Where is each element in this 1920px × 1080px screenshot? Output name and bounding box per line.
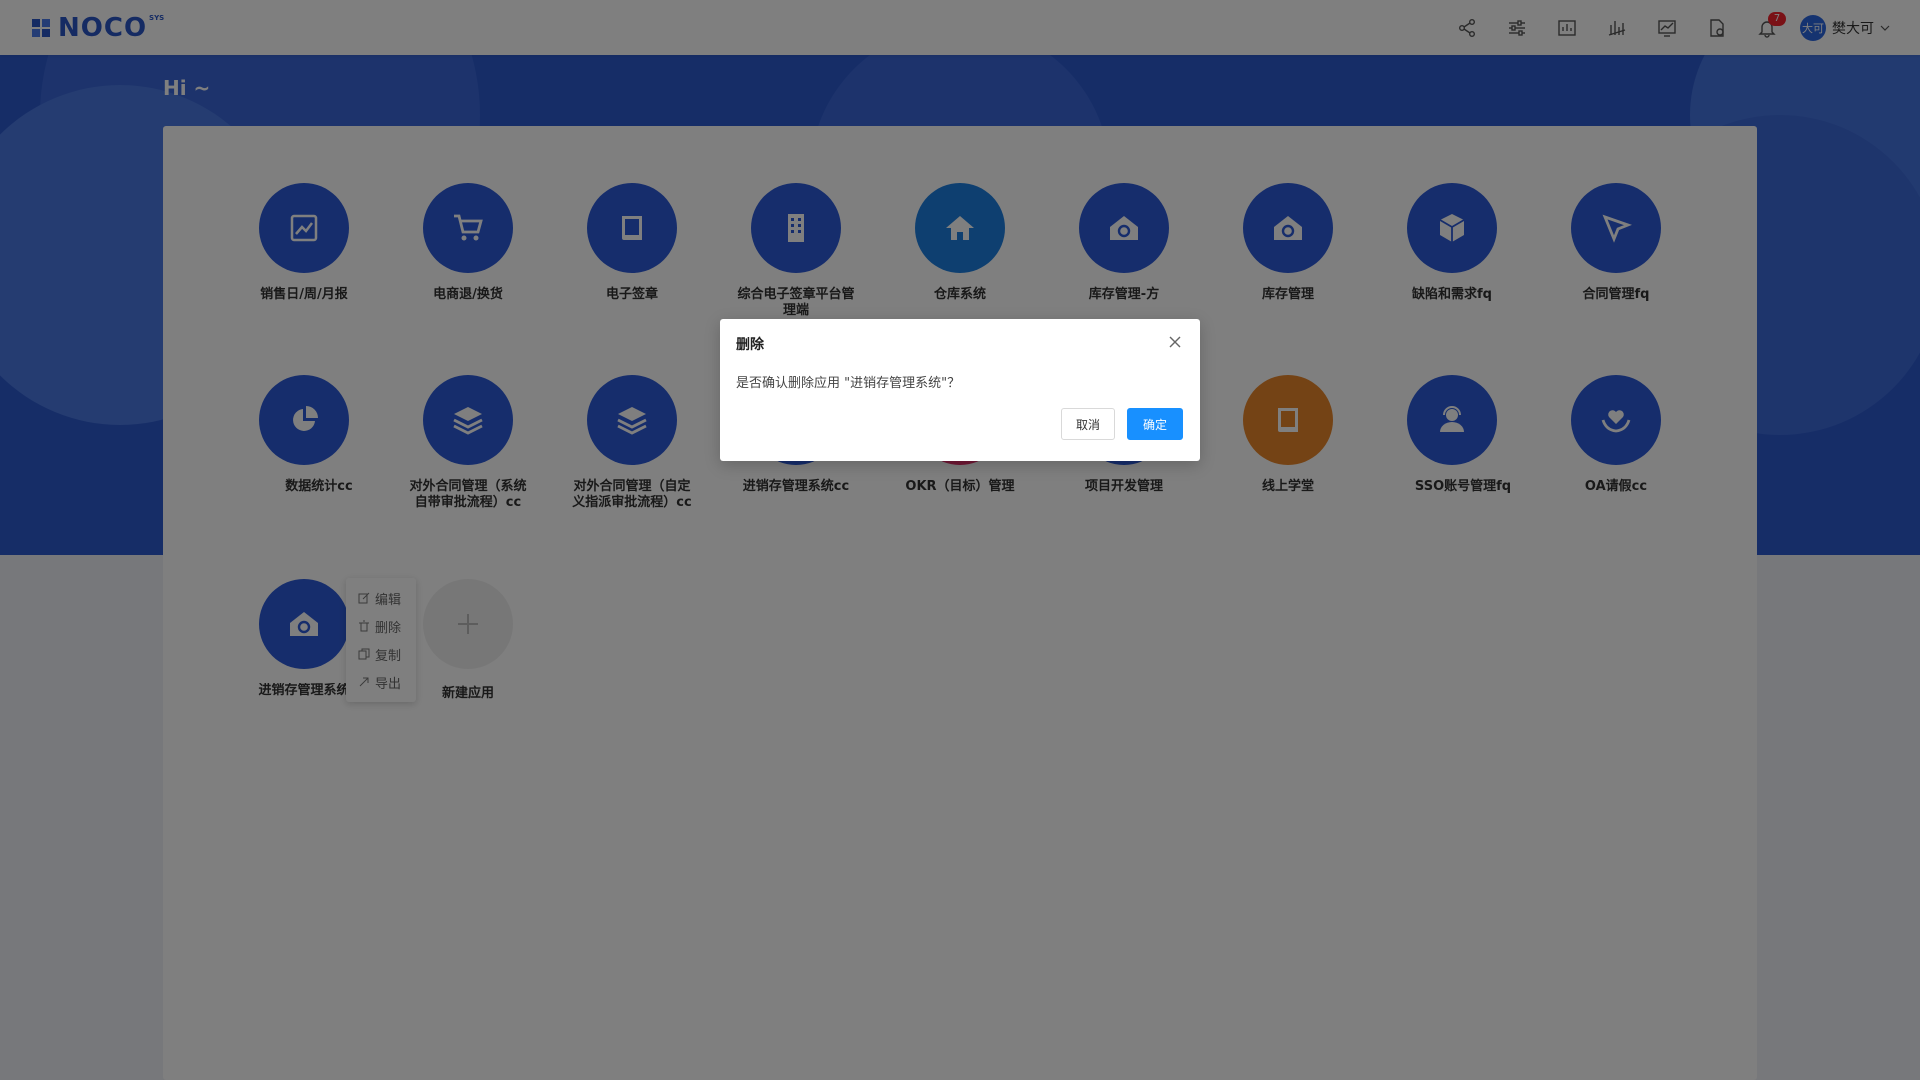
- close-icon[interactable]: [1166, 333, 1184, 351]
- confirm-button[interactable]: 确定: [1127, 408, 1183, 440]
- dialog-message: 是否确认删除应用 "进销存管理系统"？: [736, 376, 961, 391]
- delete-confirm-dialog: 删除 是否确认删除应用 "进销存管理系统"？ 取消 确定: [720, 319, 1200, 461]
- dialog-title: 删除: [736, 337, 764, 353]
- modal-overlay[interactable]: [0, 0, 1920, 1080]
- cancel-button[interactable]: 取消: [1061, 408, 1115, 440]
